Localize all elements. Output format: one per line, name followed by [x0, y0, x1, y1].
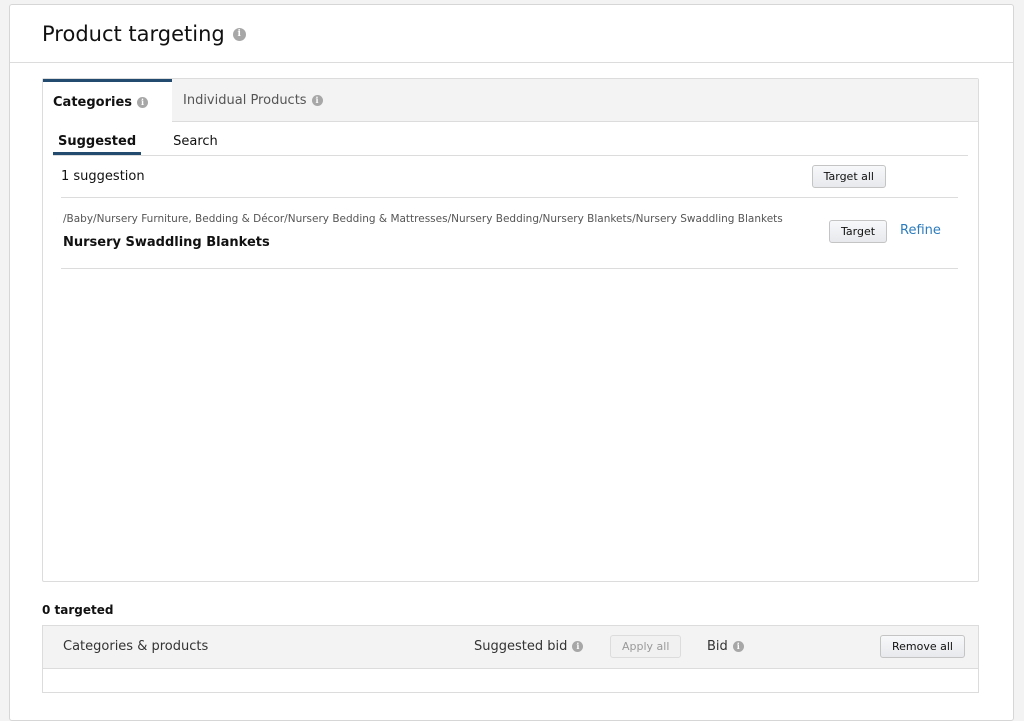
panel-header: Product targeting i: [10, 5, 1013, 63]
info-icon[interactable]: i: [311, 94, 323, 106]
refine-link[interactable]: Refine: [900, 223, 941, 238]
targeted-count: 0 targeted: [42, 603, 114, 617]
panel-title-text: Product targeting: [42, 21, 225, 46]
remove-all-button[interactable]: Remove all: [880, 635, 965, 658]
suggestion-row: /Baby/Nursery Furniture, Bedding & Décor…: [61, 198, 958, 269]
tab-individual-products[interactable]: Individual Products i: [172, 79, 337, 121]
info-icon[interactable]: i: [732, 641, 744, 652]
info-icon[interactable]: i: [232, 28, 246, 41]
targeted-table-header: Categories & products Suggested bid i App…: [43, 626, 978, 669]
subtab-suggested[interactable]: Suggested: [53, 133, 142, 155]
info-icon[interactable]: i: [572, 641, 584, 652]
tab-categories-label: Categories: [53, 94, 133, 110]
product-targeting-panel: Product targeting i Categories i Individua…: [9, 4, 1014, 721]
column-categories-products: Categories & products: [63, 639, 209, 654]
category-path: /Baby/Nursery Furniture, Bedding & Décor…: [63, 213, 783, 225]
apply-all-button[interactable]: Apply all: [610, 635, 682, 658]
tab-individual-products-label: Individual Products: [183, 92, 307, 108]
column-bid-label: Bid: [707, 639, 728, 654]
column-bid: Bid i: [707, 639, 744, 654]
subtabs: Suggested Search: [53, 133, 968, 156]
tab-strip: Categories i Individual Products i: [43, 79, 978, 122]
panel-title: Product targeting i: [42, 22, 246, 46]
targeting-tabs-box: Categories i Individual Products i Suggest…: [42, 78, 979, 582]
target-all-button[interactable]: Target all: [811, 165, 886, 188]
info-icon[interactable]: i: [137, 96, 149, 108]
target-button[interactable]: Target: [829, 220, 888, 243]
suggestion-count: 1 suggestion: [61, 169, 145, 184]
column-suggested-bid: Suggested bid i: [474, 639, 584, 654]
column-suggested-bid-label: Suggested bid: [474, 639, 568, 654]
subtab-search[interactable]: Search: [167, 133, 224, 155]
tab-categories[interactable]: Categories i: [43, 79, 172, 122]
category-name: Nursery Swaddling Blankets: [63, 235, 270, 250]
suggestion-count-row: 1 suggestion Target all: [61, 156, 958, 198]
targeted-table: Categories & products Suggested bid i App…: [42, 625, 979, 693]
